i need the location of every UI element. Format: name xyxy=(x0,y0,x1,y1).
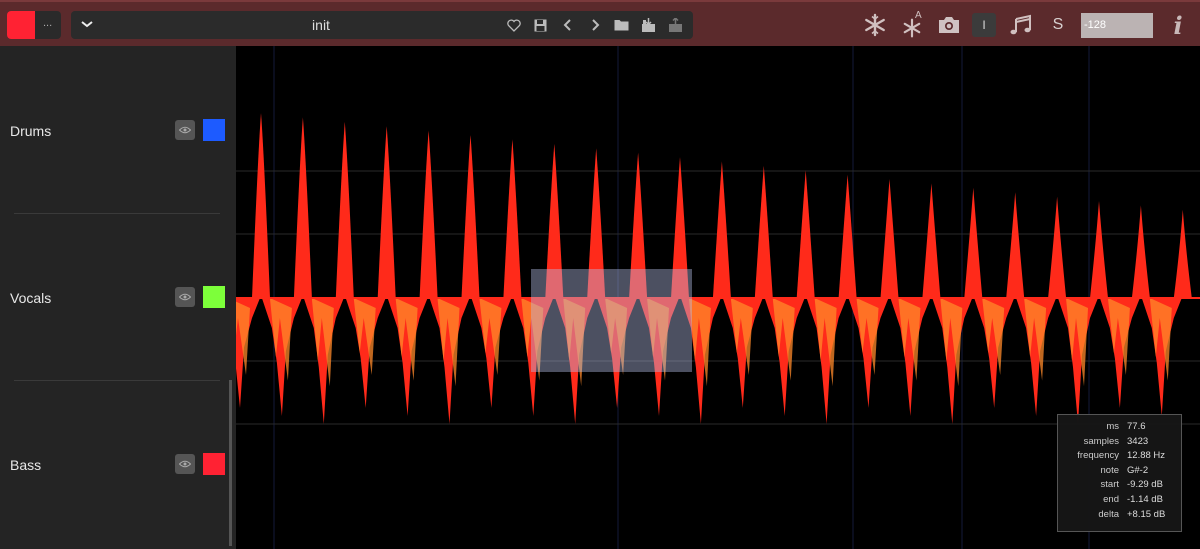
track-color-swatch[interactable] xyxy=(203,119,225,141)
info-value: -1.14 dB xyxy=(1127,493,1163,505)
info-row: delta +8.15 dB xyxy=(1058,508,1181,523)
info-value: 3423 xyxy=(1127,435,1149,447)
track-row[interactable]: Vocals xyxy=(0,214,230,380)
track-name: Vocals xyxy=(10,290,52,306)
preset-name[interactable]: init xyxy=(101,17,541,33)
track-color-swatch[interactable] xyxy=(203,286,225,308)
gain-input[interactable]: -128 xyxy=(1081,13,1153,38)
selection-region[interactable] xyxy=(531,269,692,372)
info-value: 77.6 xyxy=(1127,421,1146,432)
s-button[interactable]: S xyxy=(1050,13,1066,37)
waveform-peak xyxy=(1173,209,1192,298)
waveform-peak xyxy=(503,139,522,298)
waveform-peak xyxy=(964,187,983,298)
color-swatch-button[interactable]: ... xyxy=(7,11,61,39)
auto-freeze-badge: A xyxy=(915,10,922,21)
eye-icon[interactable] xyxy=(175,120,195,140)
swatch-menu-label[interactable]: ... xyxy=(43,17,52,29)
prev-icon[interactable] xyxy=(556,15,579,35)
export-icon[interactable] xyxy=(664,15,687,35)
preset-bar: init xyxy=(71,11,693,39)
waveform-peak xyxy=(838,174,857,298)
waveform-peak xyxy=(1048,196,1067,298)
waveform-peak xyxy=(293,117,312,299)
info-label: delta xyxy=(1098,508,1119,520)
track-color-swatch[interactable] xyxy=(203,453,225,475)
info-value: G#-2 xyxy=(1127,464,1149,476)
track-list: Drums Vocals Bass xyxy=(0,46,236,549)
chevron-down-icon[interactable] xyxy=(77,14,97,34)
color-swatch[interactable] xyxy=(7,11,35,39)
waveform-peak xyxy=(754,165,773,298)
waveform-peak xyxy=(377,126,396,298)
waveform-peak xyxy=(252,113,270,298)
info-row: end -1.14 dB xyxy=(1058,493,1181,508)
next-icon[interactable] xyxy=(583,15,606,35)
info-row: frequency 12.88 Hz xyxy=(1058,449,1181,464)
waveform-centerline xyxy=(236,297,1200,299)
heart-icon[interactable] xyxy=(502,15,525,35)
eye-icon[interactable] xyxy=(175,454,195,474)
info-label: samples xyxy=(1083,435,1119,447)
waveform-peak xyxy=(1006,192,1025,298)
waveform-peak xyxy=(1090,201,1108,298)
eye-icon[interactable] xyxy=(175,287,195,307)
snowflake-auto-icon[interactable]: A xyxy=(898,10,926,38)
info-row: samples 3423 xyxy=(1058,435,1181,450)
waveform-peak xyxy=(461,135,480,298)
info-row: ms 77.6 xyxy=(1058,420,1181,435)
info-value: +8.15 dB xyxy=(1127,508,1166,520)
waveform-peak xyxy=(712,161,731,298)
camera-icon[interactable] xyxy=(936,13,962,37)
waveform-peak xyxy=(419,130,438,298)
track-name: Drums xyxy=(10,123,52,139)
waveform-peak xyxy=(335,121,354,298)
track-name: Bass xyxy=(10,457,42,473)
waveform-canvas[interactable] xyxy=(236,46,1200,549)
waveform-peak xyxy=(922,183,941,298)
info-label: ms xyxy=(1106,421,1119,432)
info-button[interactable]: i xyxy=(1168,11,1188,40)
info-row: start -9.29 dB xyxy=(1058,478,1181,493)
music-note-icon[interactable] xyxy=(1008,13,1034,37)
snowflake-icon[interactable] xyxy=(862,13,888,37)
info-value: 12.88 Hz xyxy=(1127,450,1166,462)
folder-icon[interactable] xyxy=(610,15,633,35)
toolbar: ... init A I S i -128 xyxy=(0,0,1200,46)
import-icon[interactable] xyxy=(637,15,660,35)
info-value: -9.29 dB xyxy=(1127,479,1163,491)
track-row[interactable]: Drums xyxy=(0,46,230,212)
measurement-panel: ms 77.6 samples 3423 frequency 12.88 Hz not… xyxy=(1057,414,1182,532)
info-label: note xyxy=(1100,464,1120,476)
info-label: frequency xyxy=(1077,450,1119,462)
cursor-button[interactable]: I xyxy=(972,13,996,37)
save-icon[interactable] xyxy=(529,15,552,35)
info-label: end xyxy=(1103,493,1119,505)
waveform-view[interactable] xyxy=(236,46,1200,549)
info-label: start xyxy=(1100,479,1119,491)
info-row: note G#-2 xyxy=(1058,464,1181,479)
waveform-peak xyxy=(880,179,899,298)
track-scrollbar[interactable] xyxy=(229,380,232,546)
waveform-peak xyxy=(1131,205,1150,298)
track-row[interactable]: Bass xyxy=(0,381,230,547)
